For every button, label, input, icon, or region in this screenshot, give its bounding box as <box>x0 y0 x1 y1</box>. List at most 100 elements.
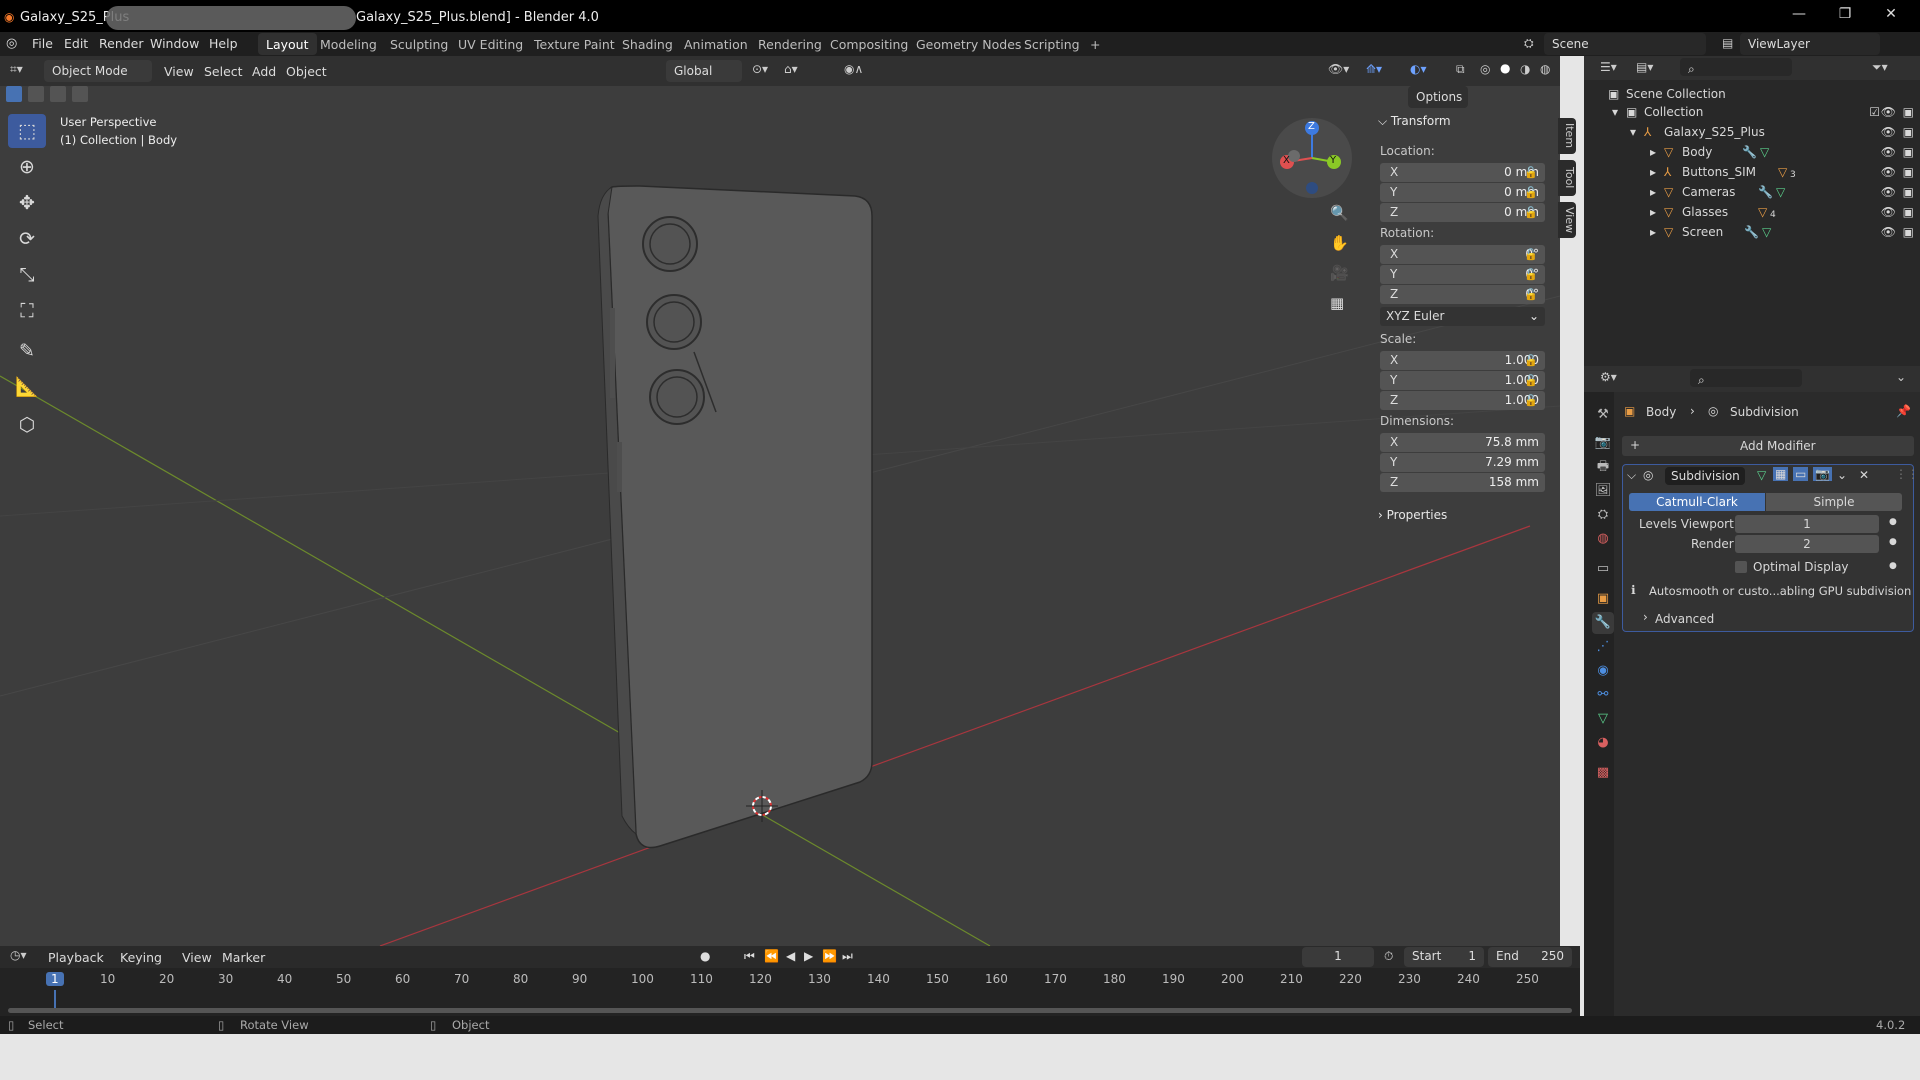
outliner-row-cameras[interactable]: ▸ ▽ Cameras 🔧 ▽ 👁 ▣ <box>1584 182 1920 202</box>
select-extend-icon[interactable] <box>28 86 44 102</box>
start-frame-field[interactable]: Start 1 <box>1404 947 1484 967</box>
advanced-subpanel-label[interactable]: Advanced <box>1655 612 1714 626</box>
navigation-gizmo[interactable]: Z Y X <box>1272 118 1352 198</box>
jump-end-icon[interactable]: ⏭ <box>842 949 853 964</box>
lock-icon[interactable]: 🔓 <box>1524 166 1538 179</box>
tab-item[interactable]: Item <box>1558 118 1576 154</box>
scene-field[interactable]: Scene <box>1544 33 1706 55</box>
measure-tool-icon[interactable]: 📐 <box>8 370 46 404</box>
add-modifier-button[interactable]: + Add Modifier <box>1622 436 1914 456</box>
add-cube-tool-icon[interactable]: ⬡ <box>8 408 46 442</box>
wireframe-shading-icon[interactable]: ◎ <box>1480 62 1490 76</box>
keyframe-dot-icon[interactable]: ● <box>1889 537 1897 547</box>
dimensions-x-field[interactable]: X 75.8 mm <box>1380 433 1545 452</box>
minimize-button[interactable]: — <box>1784 6 1814 30</box>
tab-modeling[interactable]: Modeling <box>312 33 385 55</box>
prev-keyframe-icon[interactable]: ⏪ <box>764 949 779 963</box>
lock-icon[interactable]: 🔓 <box>1524 186 1538 199</box>
physics-tab-icon[interactable]: ◉ <box>1592 660 1614 682</box>
timeline-menu-playback[interactable]: Playback <box>48 950 104 965</box>
xray-icon[interactable]: ⧉ <box>1456 62 1465 77</box>
snap-icon[interactable]: ⌂▾ <box>784 62 798 76</box>
transform-header[interactable]: ⌵ Transform <box>1378 114 1451 129</box>
outliner-row-galaxy[interactable]: ▾ ⅄ Galaxy_S25_Plus 👁 ▣ <box>1584 122 1920 142</box>
camera-icon[interactable]: ▣ <box>1903 185 1914 199</box>
tab-rendering[interactable]: Rendering <box>750 33 830 55</box>
gizmo-toggle-icon[interactable]: ⟰▾ <box>1366 62 1382 76</box>
edit-mode-toggle-icon[interactable]: ▽ <box>1757 468 1766 482</box>
scale-x-field[interactable]: X 1.000 <box>1380 351 1545 370</box>
mode-select[interactable]: Object Mode <box>44 60 152 82</box>
outliner-row-body[interactable]: ▸ ▽ Body 🔧 ▽ 👁 ▣ <box>1584 142 1920 162</box>
menu-edit[interactable]: Edit <box>64 36 88 51</box>
render-tab-icon[interactable]: 📷 <box>1592 432 1614 454</box>
camera-icon[interactable]: ▣ <box>1903 225 1914 239</box>
timeline-menu-view[interactable]: View <box>182 950 212 965</box>
chevron-down-icon[interactable]: ⌄ <box>1837 468 1847 482</box>
ortho-toggle-icon[interactable]: ▦ <box>1330 294 1344 312</box>
material-shading-icon[interactable]: ◑ <box>1520 62 1530 76</box>
tab-view[interactable]: View <box>1558 202 1576 238</box>
rotation-mode-select[interactable]: XYZ Euler ⌄ <box>1380 307 1545 326</box>
collection-tab-icon[interactable]: ▭ <box>1592 558 1614 580</box>
data-tab-icon[interactable]: ▽ <box>1592 708 1614 730</box>
tab-sculpting[interactable]: Sculpting <box>382 33 456 55</box>
current-frame-field[interactable]: 1 <box>1302 947 1374 967</box>
tab-shading[interactable]: Shading <box>614 33 681 55</box>
eye-icon[interactable]: 👁 <box>1881 225 1896 239</box>
tab-geometry-nodes[interactable]: Geometry Nodes <box>908 33 1029 55</box>
world-tab-icon[interactable]: ◍ <box>1592 528 1614 550</box>
timeline-scrollbar[interactable] <box>8 1008 1572 1013</box>
scale-tool-icon[interactable]: ⤡ <box>8 258 46 292</box>
camera-icon[interactable]: ▣ <box>1903 145 1914 159</box>
tab-animation[interactable]: Animation <box>676 33 756 55</box>
pan-hand-icon[interactable]: ✋ <box>1330 234 1349 252</box>
select-box-tool-icon[interactable]: ⬚ <box>8 114 46 148</box>
lock-icon[interactable]: 🔓 <box>1524 288 1538 301</box>
end-frame-field[interactable]: End 250 <box>1488 947 1572 967</box>
proportional-edit-icon[interactable]: ◉∧ <box>844 62 863 76</box>
menu-file[interactable]: File <box>32 36 53 51</box>
optimal-display-checkbox[interactable] <box>1735 561 1747 573</box>
particles-tab-icon[interactable]: ⋰ <box>1592 636 1614 658</box>
material-tab-icon[interactable]: ◕ <box>1592 732 1614 754</box>
vp-menu-add[interactable]: Add <box>252 64 276 79</box>
timeline-editor-icon[interactable]: ◷▾ <box>10 948 27 962</box>
on-cage-toggle-icon[interactable]: ▦ <box>1773 467 1789 481</box>
keyframe-dot-icon[interactable]: ● <box>1889 517 1897 527</box>
outliner-row-scene-collection[interactable]: ▣ Scene Collection <box>1584 84 1920 104</box>
lock-icon[interactable]: 🔓 <box>1524 206 1538 219</box>
constraints-tab-icon[interactable]: ⚯ <box>1592 684 1614 706</box>
display-mode-icon[interactable]: ▤▾ <box>1636 60 1653 74</box>
next-keyframe-icon[interactable]: ⏩ <box>822 949 837 963</box>
tab-layout[interactable]: Layout <box>258 33 317 55</box>
rotation-x-field[interactable]: X 0° <box>1380 245 1545 264</box>
frame-ruler[interactable]: 1 10 20 30 40 50 60 70 80 90 100 110 120 130 140 150 160… <box>0 968 1580 1012</box>
blender-menu-icon[interactable]: ◎ <box>6 36 17 51</box>
pin-icon[interactable]: 📌 <box>1896 404 1911 418</box>
timeline-menu-keying[interactable]: Keying <box>120 950 162 965</box>
properties-editor-icon[interactable]: ⚙▾ <box>1600 370 1617 384</box>
tab-compositing[interactable]: Compositing <box>822 33 916 55</box>
annotate-tool-icon[interactable]: ✎ <box>8 334 46 368</box>
filter-icon[interactable]: ⏷▾ <box>1872 60 1888 75</box>
menu-window[interactable]: Window <box>150 36 199 51</box>
object-tab-icon[interactable]: ▣ <box>1592 588 1614 610</box>
lock-icon[interactable]: 🔓 <box>1524 354 1538 367</box>
view-layer-field[interactable]: ViewLayer <box>1740 33 1880 55</box>
vp-menu-select[interactable]: Select <box>204 64 243 79</box>
jump-start-icon[interactable]: ⏮ <box>744 949 755 964</box>
timeline-menu-marker[interactable]: Marker <box>222 950 265 965</box>
rendered-shading-icon[interactable]: ◍ <box>1540 62 1550 76</box>
lock-icon[interactable]: 🔓 <box>1524 374 1538 387</box>
eye-icon[interactable]: 👁 <box>1881 185 1896 199</box>
lock-icon[interactable]: 🔓 <box>1524 248 1538 261</box>
dimensions-z-field[interactable]: Z 158 mm <box>1380 473 1545 492</box>
properties-subpanel-header[interactable]: › Properties <box>1378 508 1447 522</box>
location-z-field[interactable]: Z0 mm <box>1380 203 1545 222</box>
select-intersect-icon[interactable] <box>72 86 88 102</box>
clock-icon[interactable]: ⏱ <box>1384 949 1393 964</box>
outliner-row-buttons-sim[interactable]: ▸ ⅄ Buttons_SIM ▽ 3 👁 ▣ <box>1584 162 1920 182</box>
catmull-clark-button[interactable]: Catmull-Clark <box>1629 493 1765 511</box>
location-y-field[interactable]: Y0 mm <box>1380 183 1545 202</box>
